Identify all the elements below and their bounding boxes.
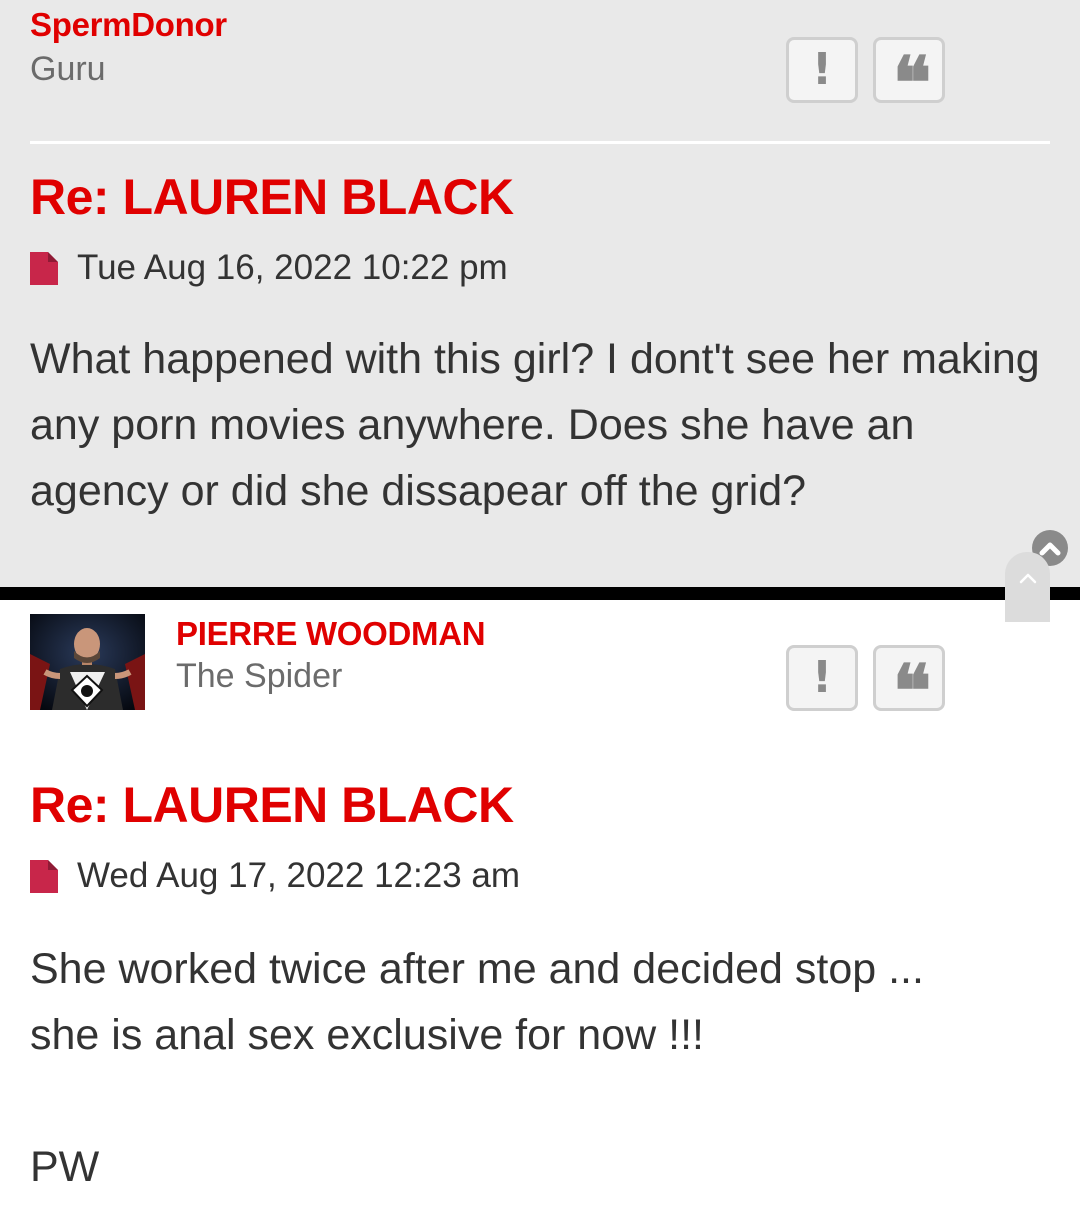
post-author-username[interactable]: SpermDonor <box>30 6 227 44</box>
post-separator <box>0 587 1080 600</box>
exclamation-icon: ! <box>811 652 833 703</box>
post-title[interactable]: Re: LAUREN BLACK <box>30 168 514 226</box>
post-body: She worked twice after me and decided st… <box>30 936 1060 1200</box>
document-icon[interactable] <box>30 859 58 893</box>
quote-icon: ❝ <box>892 40 932 125</box>
post-1: SpermDonor Guru ! ❝ Re: LAUREN BLACK Tue… <box>0 0 1080 587</box>
post-body-line: She worked twice after me and decided st… <box>30 945 924 993</box>
exclamation-icon: ! <box>811 44 833 95</box>
report-button[interactable]: ! <box>786 645 858 711</box>
post-author-rank: The Spider <box>176 657 343 695</box>
post-2: PIERRE WOODMAN The Spider ! ❝ Re: LAUREN… <box>0 600 1080 1214</box>
post-date: Tue Aug 16, 2022 10:22 pm <box>77 248 508 287</box>
post-author-rank: Guru <box>30 50 106 88</box>
post-header-divider <box>30 141 1050 144</box>
quote-icon: ❝ <box>892 648 932 733</box>
post-date: Wed Aug 17, 2022 12:23 am <box>77 856 521 895</box>
report-button[interactable]: ! <box>786 37 858 103</box>
post-title[interactable]: Re: LAUREN BLACK <box>30 776 514 834</box>
scroll-up-button[interactable] <box>1005 552 1050 622</box>
quote-button[interactable]: ❝ <box>873 37 945 119</box>
post-meta: Tue Aug 16, 2022 10:22 pm <box>30 248 508 288</box>
quote-button[interactable]: ❝ <box>873 645 945 727</box>
chevron-up-circle-icon <box>1039 542 1061 556</box>
post-signature: PW <box>30 1143 100 1191</box>
post-body: What happened with this girl? I dont't s… <box>30 335 1040 515</box>
avatar[interactable] <box>30 614 145 710</box>
post-meta: Wed Aug 17, 2022 12:23 am <box>30 856 520 896</box>
chevron-up-icon <box>1019 573 1036 584</box>
post-body-spacer <box>30 1068 1060 1134</box>
document-icon[interactable] <box>30 251 58 285</box>
post-body-line: she is anal sex exclusive for now !!! <box>30 1011 704 1059</box>
post-author-username[interactable]: PIERRE WOODMAN <box>176 615 486 653</box>
